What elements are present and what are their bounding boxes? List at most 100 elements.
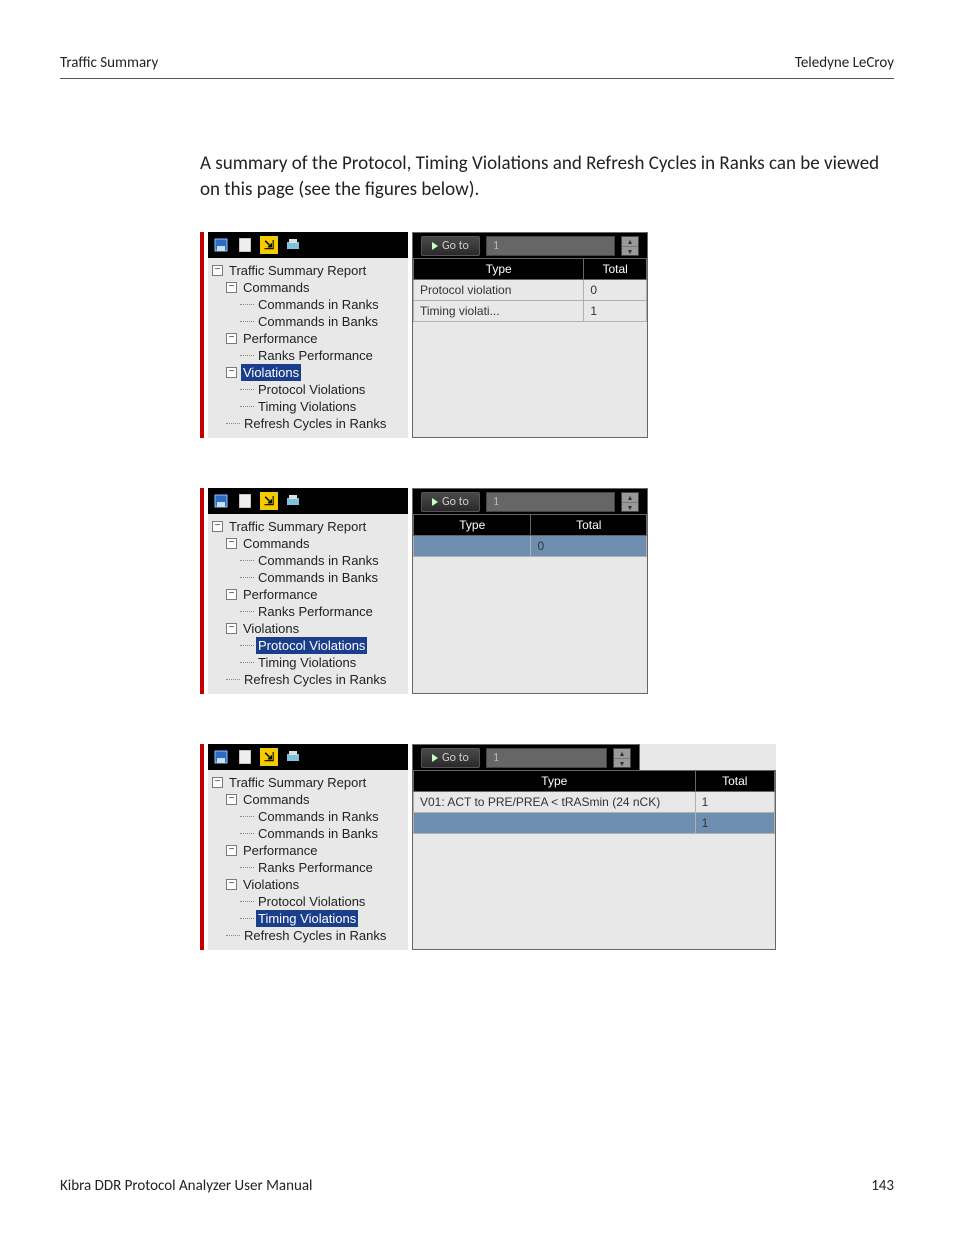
collapse-icon[interactable]: −	[226, 794, 237, 805]
tree-panel: ⇲ −Traffic Summary Report −Commands Comm…	[208, 744, 408, 950]
tree-commands[interactable]: Commands	[241, 535, 311, 552]
tree-violations[interactable]: Violations	[241, 364, 301, 381]
goto-button[interactable]: Go to	[421, 236, 480, 256]
arrow-right-icon	[432, 754, 438, 762]
tree-protocol-violations[interactable]: Protocol Violations	[256, 637, 367, 654]
save-icon[interactable]	[212, 236, 230, 254]
document-icon[interactable]	[236, 748, 254, 766]
collapse-icon[interactable]: −	[226, 879, 237, 890]
col-type[interactable]: Type	[414, 515, 531, 536]
page-header-right: Teledyne LeCroy	[795, 54, 894, 72]
tree-commands-banks[interactable]: Commands in Banks	[256, 569, 380, 586]
col-type[interactable]: Type	[414, 771, 696, 792]
tree-protocol-violations[interactable]: Protocol Violations	[256, 381, 367, 398]
col-total[interactable]: Total	[584, 259, 647, 280]
chevron-up-icon: ▲	[622, 493, 638, 503]
tree-panel: ⇲ −Traffic Summary Report −Commands Comm…	[208, 232, 408, 438]
left-toolbar: ⇲	[208, 232, 408, 258]
arrow-right-icon	[432, 498, 438, 506]
stepper[interactable]: ▲▼	[621, 236, 639, 256]
goto-button[interactable]: Go to	[421, 492, 480, 512]
tree-refresh-cycles[interactable]: Refresh Cycles in Ranks	[242, 927, 388, 944]
stepper[interactable]: ▲▼	[613, 748, 631, 768]
table-row: Protocol violation0	[414, 280, 647, 301]
chevron-up-icon: ▲	[622, 237, 638, 247]
violations-table: TypeTotal Protocol violation0 Timing vio…	[413, 258, 647, 322]
tree-panel: ⇲ −Traffic Summary Report −Commands Comm…	[208, 488, 408, 694]
tree-ranks-performance[interactable]: Ranks Performance	[256, 859, 375, 876]
protocol-violations-table: TypeTotal 0	[413, 514, 647, 557]
accent-bar	[200, 488, 204, 694]
timing-violations-table: TypeTotal V01: ACT to PRE/PREA < tRASmin…	[413, 770, 775, 834]
print-icon[interactable]	[284, 492, 302, 510]
col-total[interactable]: Total	[531, 515, 647, 536]
table-row: 0	[414, 536, 647, 557]
left-toolbar: ⇲	[208, 744, 408, 770]
accent-bar	[200, 232, 204, 438]
left-toolbar: ⇲	[208, 488, 408, 514]
footer-page-number: 143	[871, 1177, 894, 1195]
save-icon[interactable]	[212, 748, 230, 766]
table-row: 1	[414, 813, 775, 834]
footer-left: Kibra DDR Protocol Analyzer User Manual	[60, 1177, 313, 1195]
document-icon[interactable]	[236, 492, 254, 510]
page-header-left: Traffic Summary	[60, 54, 158, 72]
tree-commands-banks[interactable]: Commands in Banks	[256, 313, 380, 330]
print-icon[interactable]	[284, 236, 302, 254]
print-icon[interactable]	[284, 748, 302, 766]
accent-bar	[200, 744, 204, 950]
chevron-up-icon: ▲	[614, 749, 630, 759]
collapse-icon[interactable]: −	[226, 538, 237, 549]
goto-input[interactable]: 1	[486, 748, 607, 768]
stepper[interactable]: ▲▼	[621, 492, 639, 512]
tree-violations[interactable]: Violations	[241, 876, 301, 893]
tree-commands[interactable]: Commands	[241, 279, 311, 296]
tree-violations[interactable]: Violations	[241, 620, 301, 637]
tree-root[interactable]: Traffic Summary Report	[227, 262, 368, 279]
tree-refresh-cycles[interactable]: Refresh Cycles in Ranks	[242, 415, 388, 432]
tree-ranks-performance[interactable]: Ranks Performance	[256, 347, 375, 364]
collapse-icon[interactable]: −	[226, 282, 237, 293]
tree-ranks-performance[interactable]: Ranks Performance	[256, 603, 375, 620]
tree-commands[interactable]: Commands	[241, 791, 311, 808]
tree-timing-violations[interactable]: Timing Violations	[256, 654, 358, 671]
table-row: Timing violati...1	[414, 301, 647, 322]
goto-button[interactable]: Go to	[421, 748, 480, 768]
collapse-icon[interactable]: −	[226, 589, 237, 600]
tree-commands-ranks[interactable]: Commands in Ranks	[256, 552, 381, 569]
tree-performance[interactable]: Performance	[241, 586, 319, 603]
table-row: V01: ACT to PRE/PREA < tRASmin (24 nCK)1	[414, 792, 775, 813]
intro-paragraph: A summary of the Protocol, Timing Violat…	[200, 151, 880, 202]
expand-icon[interactable]: ⇲	[260, 236, 278, 254]
tree-root[interactable]: Traffic Summary Report	[227, 774, 368, 791]
goto-input[interactable]: 1	[486, 236, 615, 256]
col-type[interactable]: Type	[414, 259, 584, 280]
arrow-right-icon	[432, 242, 438, 250]
chevron-down-icon: ▼	[622, 503, 638, 512]
tree-performance[interactable]: Performance	[241, 842, 319, 859]
tree-protocol-violations[interactable]: Protocol Violations	[256, 893, 367, 910]
collapse-icon[interactable]: −	[226, 623, 237, 634]
goto-input[interactable]: 1	[486, 492, 615, 512]
tree-performance[interactable]: Performance	[241, 330, 319, 347]
collapse-icon[interactable]: −	[226, 333, 237, 344]
tree-refresh-cycles[interactable]: Refresh Cycles in Ranks	[242, 671, 388, 688]
document-icon[interactable]	[236, 236, 254, 254]
collapse-icon[interactable]: −	[226, 367, 237, 378]
tree-commands-banks[interactable]: Commands in Banks	[256, 825, 380, 842]
collapse-icon[interactable]: −	[212, 265, 223, 276]
tree-commands-ranks[interactable]: Commands in Ranks	[256, 808, 381, 825]
collapse-icon[interactable]: −	[226, 845, 237, 856]
col-total[interactable]: Total	[695, 771, 774, 792]
expand-icon[interactable]: ⇲	[260, 748, 278, 766]
expand-icon[interactable]: ⇲	[260, 492, 278, 510]
tree-timing-violations[interactable]: Timing Violations	[256, 398, 358, 415]
tree-commands-ranks[interactable]: Commands in Ranks	[256, 296, 381, 313]
chevron-down-icon: ▼	[614, 759, 630, 768]
save-icon[interactable]	[212, 492, 230, 510]
tree-timing-violations[interactable]: Timing Violations	[256, 910, 358, 927]
collapse-icon[interactable]: −	[212, 777, 223, 788]
chevron-down-icon: ▼	[622, 247, 638, 256]
tree-root[interactable]: Traffic Summary Report	[227, 518, 368, 535]
collapse-icon[interactable]: −	[212, 521, 223, 532]
